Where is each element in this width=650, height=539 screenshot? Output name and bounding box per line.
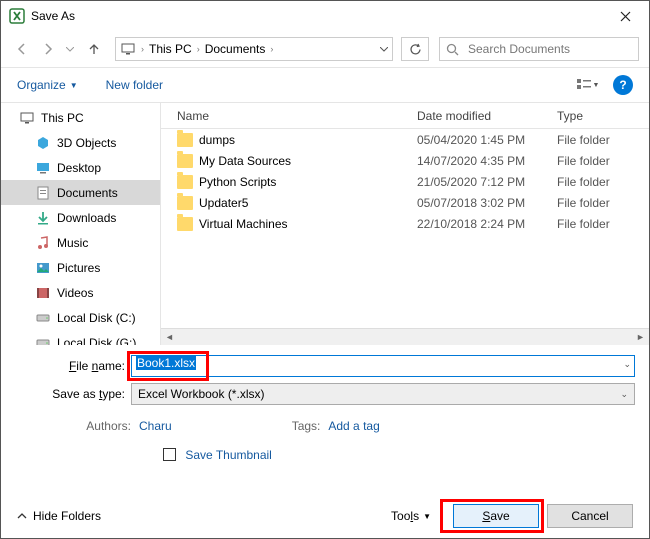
savetype-select[interactable]: Excel Workbook (*.xlsx) ⌄	[131, 383, 635, 405]
breadcrumb-root[interactable]: This PC	[145, 42, 196, 56]
address-bar[interactable]: › This PC › Documents ›	[115, 37, 393, 61]
main-area: This PC 3D Objects Desktop Documents Dow…	[1, 103, 649, 345]
folder-icon	[177, 196, 193, 210]
save-as-dialog: Save As › This PC › Documents › Search D…	[0, 0, 650, 539]
form-area: File name: Book1.xlsx ⌄ Save as type: Ex…	[1, 345, 649, 462]
chevron-up-icon	[17, 511, 27, 521]
chevron-right-icon: ›	[269, 44, 274, 54]
pc-icon	[19, 110, 35, 126]
scroll-right-icon[interactable]: ►	[632, 329, 649, 345]
pc-icon	[120, 41, 136, 57]
folder-icon	[177, 133, 193, 147]
filename-input[interactable]: Book1.xlsx	[131, 355, 635, 377]
list-item[interactable]: My Data Sources14/07/2020 4:35 PMFile fo…	[161, 150, 649, 171]
footer: Hide Folders Tools ▼ Save Cancel	[1, 504, 649, 528]
tree-item-documents[interactable]: Documents	[1, 180, 160, 205]
view-options-button[interactable]: ▼	[571, 74, 605, 96]
drive-icon	[35, 335, 51, 346]
search-icon	[446, 43, 460, 56]
organize-menu[interactable]: Organize ▼	[17, 78, 78, 92]
tags-value[interactable]: Add a tag	[328, 419, 379, 433]
nav-row: › This PC › Documents › Search Documents	[1, 31, 649, 67]
folder-icon	[177, 154, 193, 168]
tree-item-videos[interactable]: Videos	[1, 280, 160, 305]
forward-button[interactable]	[37, 38, 59, 60]
refresh-button[interactable]	[401, 37, 429, 61]
scroll-left-icon[interactable]: ◄	[161, 329, 178, 345]
savetype-label: Save as type:	[15, 387, 131, 401]
folder-icon	[177, 217, 193, 231]
pictures-icon	[35, 260, 51, 276]
music-icon	[35, 235, 51, 251]
help-button[interactable]: ?	[613, 75, 633, 95]
history-dropdown[interactable]	[63, 47, 77, 52]
tree-item-3dobjects[interactable]: 3D Objects	[1, 130, 160, 155]
chevron-down-icon: ▼	[70, 81, 78, 90]
authors-label: Authors:	[15, 419, 131, 433]
save-button[interactable]: Save	[453, 504, 539, 528]
list-body[interactable]: dumps05/04/2020 1:45 PMFile folder My Da…	[161, 129, 649, 328]
navigation-tree[interactable]: This PC 3D Objects Desktop Documents Dow…	[1, 103, 161, 345]
titlebar: Save As	[1, 1, 649, 31]
tree-item-disk-g[interactable]: Local Disk (G:)	[1, 330, 160, 345]
chevron-down-icon[interactable]	[380, 47, 388, 52]
list-item[interactable]: dumps05/04/2020 1:45 PMFile folder	[161, 129, 649, 150]
close-button[interactable]	[603, 2, 647, 30]
tree-item-downloads[interactable]: Downloads	[1, 205, 160, 230]
tools-menu[interactable]: Tools ▼	[391, 509, 431, 523]
chevron-down-icon[interactable]: ⌄	[623, 359, 631, 370]
authors-value[interactable]: Charu	[139, 419, 172, 433]
back-button[interactable]	[11, 38, 33, 60]
breadcrumb-folder[interactable]: Documents	[201, 42, 270, 56]
toolbar: Organize ▼ New folder ▼ ?	[1, 67, 649, 103]
objects-icon	[35, 135, 51, 151]
up-button[interactable]	[83, 38, 105, 60]
checkbox-icon[interactable]	[163, 448, 176, 461]
col-header-type[interactable]: Type	[557, 109, 649, 123]
folder-icon	[177, 175, 193, 189]
drive-icon	[35, 310, 51, 326]
file-list: Name Date modified Type dumps05/04/2020 …	[161, 103, 649, 345]
excel-app-icon	[9, 8, 25, 24]
list-item[interactable]: Updater505/07/2018 3:02 PMFile folder	[161, 192, 649, 213]
dialog-title: Save As	[31, 9, 603, 23]
chevron-down-icon: ⌄	[620, 389, 628, 400]
search-placeholder: Search Documents	[468, 42, 570, 56]
hide-folders-button[interactable]: Hide Folders	[17, 509, 101, 523]
new-folder-button[interactable]: New folder	[106, 78, 163, 92]
search-input[interactable]: Search Documents	[439, 37, 639, 61]
videos-icon	[35, 285, 51, 301]
list-item[interactable]: Virtual Machines22/10/2018 2:24 PMFile f…	[161, 213, 649, 234]
tree-root-thispc[interactable]: This PC	[1, 105, 160, 130]
downloads-icon	[35, 210, 51, 226]
tree-item-music[interactable]: Music	[1, 230, 160, 255]
horizontal-scrollbar[interactable]: ◄ ►	[161, 328, 649, 345]
col-header-name[interactable]: Name	[161, 109, 417, 123]
tree-item-pictures[interactable]: Pictures	[1, 255, 160, 280]
tree-item-desktop[interactable]: Desktop	[1, 155, 160, 180]
filename-label: File name:	[15, 359, 131, 373]
list-item[interactable]: Python Scripts21/05/2020 7:12 PMFile fol…	[161, 171, 649, 192]
chevron-down-icon: ▼	[423, 512, 431, 521]
col-header-date[interactable]: Date modified	[417, 109, 557, 123]
list-header: Name Date modified Type	[161, 103, 649, 129]
tree-item-disk-c[interactable]: Local Disk (C:)	[1, 305, 160, 330]
documents-icon	[35, 185, 51, 201]
save-thumbnail-option[interactable]: Save Thumbnail	[15, 433, 635, 462]
cancel-button[interactable]: Cancel	[547, 504, 633, 528]
tags-label: Tags:	[292, 419, 321, 433]
desktop-icon	[35, 160, 51, 176]
